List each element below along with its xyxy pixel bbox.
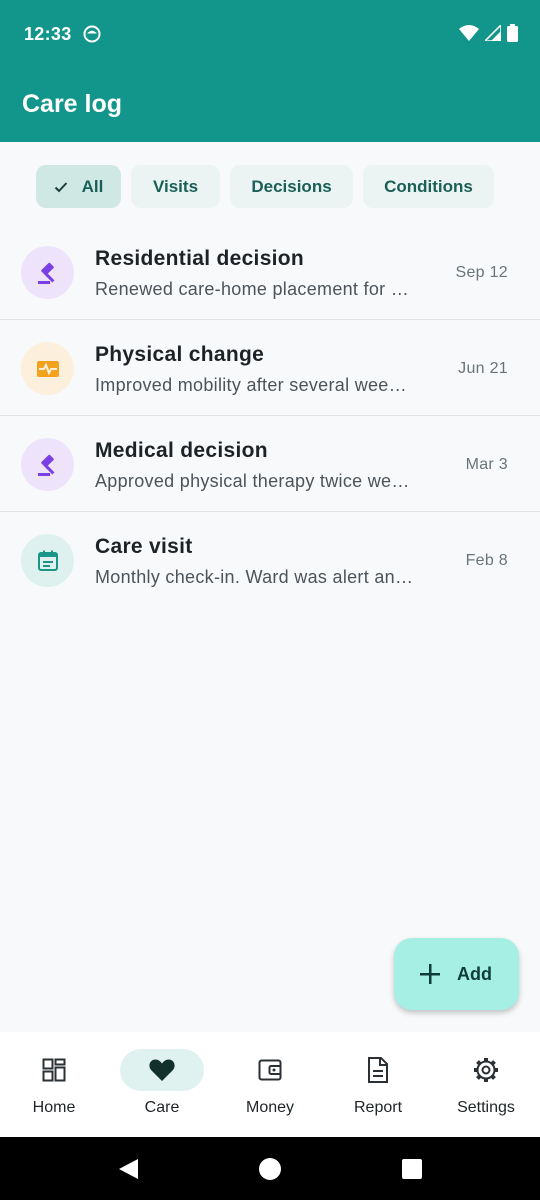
- entry-title: Physical change: [95, 343, 265, 366]
- nav-label: Home: [32, 1099, 76, 1116]
- page-title: Care log: [22, 90, 123, 118]
- entry-date: Feb 8: [465, 552, 508, 569]
- signal-icon: [485, 25, 501, 41]
- home-icon[interactable]: [258, 1157, 282, 1181]
- entry-description: Improved mobility after several wee…: [95, 375, 407, 395]
- entry-title: Care visit: [95, 535, 193, 558]
- list-item[interactable]: Physical change Improved mobility after …: [0, 320, 540, 416]
- filter-chip-visits[interactable]: Visits: [131, 165, 220, 208]
- nav-item-care[interactable]: Care: [108, 1032, 216, 1137]
- status-icons: [459, 24, 518, 42]
- entry-date: Mar 3: [465, 456, 508, 473]
- list-item[interactable]: Care visit Monthly check-in. Ward was al…: [0, 512, 540, 608]
- nav-item-settings[interactable]: Settings: [432, 1032, 540, 1137]
- gavel-icon: [21, 246, 74, 299]
- back-icon[interactable]: [116, 1157, 140, 1181]
- nav-label: Care: [144, 1099, 180, 1116]
- entry-description: Approved physical therapy twice we…: [95, 471, 410, 491]
- list-item[interactable]: Residential decision Renewed care-home p…: [0, 224, 540, 320]
- filter-chip-decisions[interactable]: Decisions: [230, 165, 353, 208]
- heart-icon: [149, 1059, 175, 1081]
- gear-icon: [474, 1058, 498, 1082]
- nav-item-report[interactable]: Report: [324, 1032, 432, 1137]
- nav-label: Settings: [457, 1099, 515, 1116]
- add-button-label: Add: [457, 963, 492, 984]
- entry-date: Jun 21: [458, 360, 508, 377]
- filter-chip-label: Conditions: [384, 176, 473, 196]
- filter-chips: All Visits Decisions Conditions: [0, 142, 540, 232]
- bottom-nav: Home Care Money Report Settings: [0, 1032, 540, 1137]
- entry-description: Monthly check-in. Ward was alert an…: [95, 567, 414, 587]
- document-icon: [368, 1057, 388, 1083]
- nav-item-money[interactable]: Money: [216, 1032, 324, 1137]
- entry-title: Residential decision: [95, 247, 305, 270]
- entry-description: Renewed care-home placement for …: [95, 279, 410, 299]
- filter-chip-label: Visits: [152, 176, 199, 196]
- nav-label: Report: [353, 1099, 403, 1116]
- filter-chip-all[interactable]: All: [36, 165, 121, 208]
- battery-icon: [507, 24, 518, 42]
- list-item[interactable]: Medical decision Approved physical thera…: [0, 416, 540, 512]
- add-button[interactable]: Add: [394, 938, 519, 1010]
- nav-label: Money: [245, 1099, 295, 1116]
- check-icon: [54, 181, 67, 192]
- nav-item-home[interactable]: Home: [0, 1032, 108, 1137]
- wallet-icon: [258, 1059, 282, 1081]
- calendar-icon: [21, 534, 74, 587]
- system-nav-bar: [0, 1137, 540, 1200]
- gavel-icon: [21, 438, 74, 491]
- entry-date: Sep 12: [455, 264, 508, 281]
- filter-chip-label: Decisions: [251, 176, 332, 196]
- entry-title: Medical decision: [95, 439, 268, 462]
- plus-icon: [420, 964, 440, 984]
- status-time: 12:33: [24, 24, 72, 44]
- care-log-list: Residential decision Renewed care-home p…: [0, 224, 540, 608]
- dashboard-icon: [42, 1058, 66, 1082]
- wifi-icon: [459, 25, 479, 41]
- filter-chip-conditions[interactable]: Conditions: [363, 165, 494, 208]
- notification-icon: [83, 25, 101, 43]
- filter-chip-label: All: [81, 176, 104, 196]
- app-bar: Care log: [0, 70, 540, 142]
- status-bar: 12:33: [0, 0, 540, 70]
- recents-icon[interactable]: [401, 1158, 423, 1180]
- heart-monitor-icon: [21, 342, 74, 395]
